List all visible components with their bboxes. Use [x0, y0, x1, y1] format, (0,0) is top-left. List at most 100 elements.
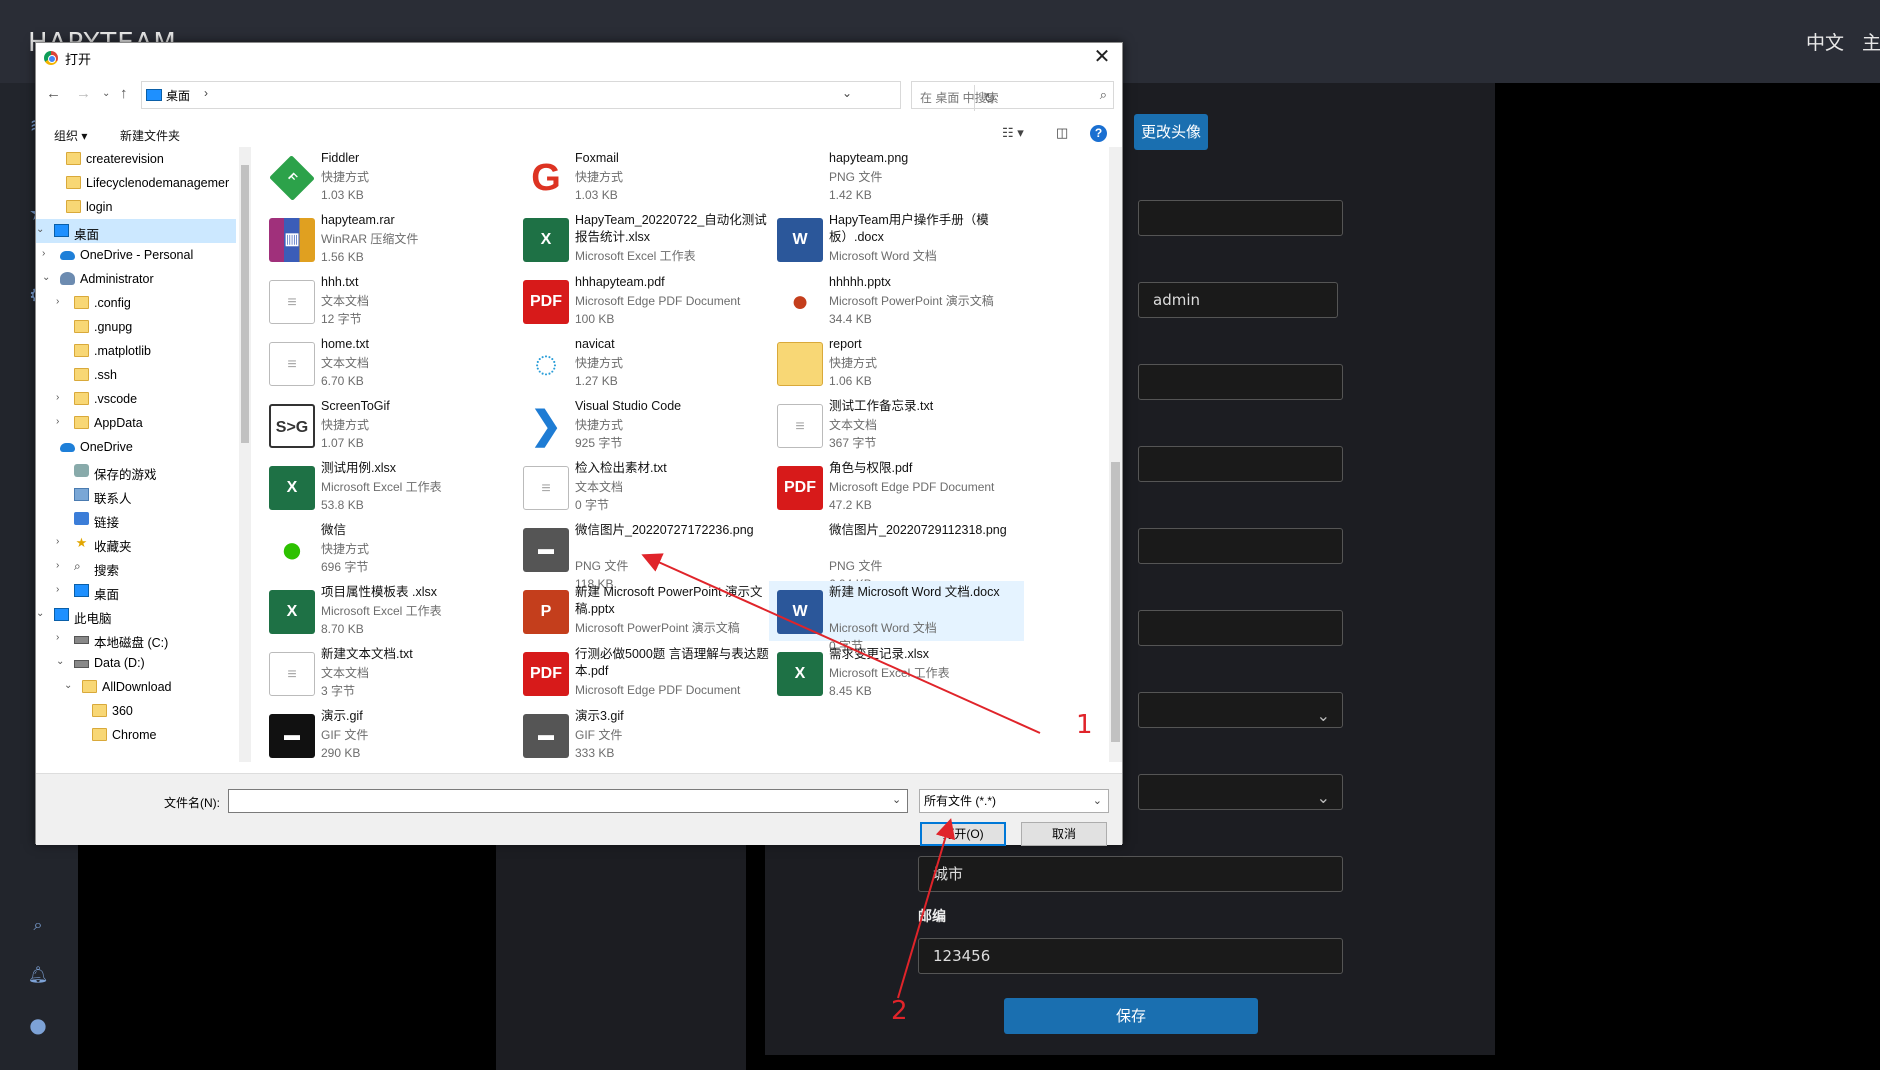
tree-item[interactable]: 联系人: [36, 483, 236, 507]
file-item[interactable]: W HapyTeam用户操作手册（模板）.docx Microsoft Word 文…: [769, 209, 1024, 269]
file-item[interactable]: ≡ 检入检出素材.txt 文本文档 0 字节: [515, 457, 770, 517]
tree-item[interactable]: ⌄ 此电脑: [36, 603, 236, 627]
bell-icon[interactable]: 🔔︎: [26, 963, 50, 987]
form-field-1[interactable]: [1138, 200, 1343, 236]
chevron-right-icon[interactable]: ›: [56, 296, 59, 307]
tree-item[interactable]: OneDrive: [36, 435, 236, 459]
chevron-right-icon[interactable]: ›: [56, 536, 59, 547]
file-item[interactable]: X 测试用例.xlsx Microsoft Excel 工作表 53.8 KB: [261, 457, 516, 517]
chevron-right-icon[interactable]: ›: [56, 632, 59, 643]
zip-field[interactable]: 123456: [918, 938, 1343, 974]
file-item[interactable]: ▥ hapyteam.rar WinRAR 压缩文件 1.56 KB: [261, 209, 516, 269]
tree-scroll-thumb[interactable]: [241, 165, 249, 443]
file-item[interactable]: ▬微信图片_20220729112318.pngPNG 文件6.94 KB: [769, 519, 1024, 591]
files-scrollbar[interactable]: [1109, 147, 1122, 762]
chevron-right-icon[interactable]: ›: [56, 392, 59, 403]
tree-item[interactable]: › ⌕ 搜索: [36, 555, 236, 579]
tree-item[interactable]: 360: [36, 699, 236, 723]
filename-input[interactable]: [228, 789, 908, 813]
address-bar[interactable]: 桌面 › ⌄ ↻: [141, 81, 995, 111]
chevron-right-icon[interactable]: ›: [56, 560, 59, 571]
view-options-icon[interactable]: ☷ ▾: [1002, 125, 1024, 141]
language-switch[interactable]: 中文: [1806, 28, 1844, 55]
file-item[interactable]: PDF hhhapyteam.pdf Microsoft Edge PDF Docu…: [515, 271, 770, 331]
file-item[interactable]: ▬ 演示3.gif GIF 文件 333 KB: [515, 705, 770, 762]
tree-item[interactable]: › 本地磁盘 (C:): [36, 627, 236, 651]
chevron-down-icon[interactable]: ⌄: [36, 608, 44, 619]
chevron-down-icon[interactable]: ⌄: [64, 680, 72, 691]
help-icon[interactable]: ?: [1090, 125, 1107, 142]
tree-item[interactable]: › 桌面: [36, 579, 236, 603]
tree-item[interactable]: .ssh: [36, 363, 236, 387]
file-item[interactable]: PDF 行测必做5000题 言语理解与表达题本.pdf Microsoft Edge…: [515, 643, 770, 703]
file-item[interactable]: ▬ hapyteam.png PNG 文件 1.42 KB: [769, 147, 1024, 207]
open-button[interactable]: 打开(O): [920, 822, 1006, 846]
file-item[interactable]: S>G ScreenToGif 快捷方式 1.07 KB: [261, 395, 516, 455]
chevron-right-icon[interactable]: ›: [42, 248, 45, 259]
chevron-down-icon[interactable]: ⌄: [842, 86, 852, 100]
files-scroll-thumb[interactable]: [1111, 462, 1120, 742]
chevron-right-icon[interactable]: ›: [204, 86, 208, 100]
tree-item[interactable]: › AppData: [36, 411, 236, 435]
file-item[interactable]: ▬ 微信图片_20220727172236.png PNG 文件 118 KB: [515, 519, 770, 591]
change-avatar-button[interactable]: 更改头像: [1134, 114, 1208, 150]
close-button[interactable]: ✕: [1088, 45, 1116, 69]
chevron-right-icon[interactable]: ›: [56, 416, 59, 427]
organize-button[interactable]: 组织 ▾: [54, 127, 87, 144]
file-item[interactable]: X 项目属性模板表 .xlsx Microsoft Excel 工作表 8.70 KB: [261, 581, 516, 641]
tree-item[interactable]: Chrome: [36, 723, 236, 747]
recent-dropdown-icon[interactable]: ⌄: [102, 88, 110, 99]
file-item[interactable]: ≡ home.txt 文本文档 6.70 KB: [261, 333, 516, 393]
username-field[interactable]: admin: [1138, 282, 1338, 318]
file-item[interactable]: X HapyTeam_20220722_自动化测试报告统计.xlsx Microso…: [515, 209, 770, 269]
back-icon[interactable]: ←: [46, 85, 61, 102]
tree-item[interactable]: › .config: [36, 291, 236, 315]
tree-item[interactable]: .matplotlib: [36, 339, 236, 363]
tree-item[interactable]: ⌄ Administrator: [36, 267, 236, 291]
tree-scrollbar[interactable]: [239, 147, 251, 762]
user-icon[interactable]: ●: [26, 1013, 50, 1037]
file-item[interactable]: G Foxmail 快捷方式 1.03 KB: [515, 147, 770, 207]
forward-icon[interactable]: →: [76, 85, 91, 102]
tree-item[interactable]: login: [36, 195, 236, 219]
tree-item[interactable]: createrevision: [36, 147, 236, 171]
tree-item[interactable]: › .vscode: [36, 387, 236, 411]
tree-item[interactable]: Lifecyclenodemanagemer: [36, 171, 236, 195]
chevron-down-icon[interactable]: ⌄: [56, 656, 64, 667]
select-field-2[interactable]: ⌄: [1138, 774, 1343, 810]
up-icon[interactable]: ↑: [120, 85, 128, 102]
file-item[interactable]: ● 微信 快捷方式 696 字节: [261, 519, 516, 579]
file-item[interactable]: X 需求变更记录.xlsx Microsoft Excel 工作表 8.45 KB: [769, 643, 1024, 703]
form-field-6[interactable]: [1138, 610, 1343, 646]
file-item[interactable]: ◌ navicat 快捷方式 1.27 KB: [515, 333, 770, 393]
file-item[interactable]: report 快捷方式 1.06 KB: [769, 333, 1024, 393]
file-item[interactable]: ● hhhhh.pptx Microsoft PowerPoint 演示文稿 34.4…: [769, 271, 1024, 331]
file-item[interactable]: ≡ hhh.txt 文本文档 12 字节: [261, 271, 516, 331]
tree-item[interactable]: 保存的游戏: [36, 459, 236, 483]
chevron-right-icon[interactable]: ›: [56, 584, 59, 595]
search-input[interactable]: 在 桌面 中搜索 ⌕: [911, 81, 1114, 109]
tree-item[interactable]: ⌄ AllDownload: [36, 675, 236, 699]
top-menu-item[interactable]: 主: [1862, 28, 1880, 55]
select-field-1[interactable]: ⌄: [1138, 692, 1343, 728]
city-field[interactable]: 城市: [918, 856, 1343, 892]
filetype-select[interactable]: 所有文件 (*.*) ⌄: [919, 789, 1109, 813]
tree-item[interactable]: › ★ 收藏夹: [36, 531, 236, 555]
tree-item[interactable]: ⌄ Data (D:): [36, 651, 236, 675]
chevron-down-icon[interactable]: ⌄: [42, 272, 50, 283]
file-item[interactable]: ❯ Visual Studio Code 快捷方式 925 字节: [515, 395, 770, 455]
search-icon[interactable]: ⌕: [26, 913, 50, 937]
tree-item[interactable]: .gnupg: [36, 315, 236, 339]
chevron-down-icon[interactable]: ⌄: [36, 224, 44, 235]
form-field-3[interactable]: [1138, 364, 1343, 400]
new-folder-button[interactable]: 新建文件夹: [120, 127, 180, 144]
tree-item[interactable]: 链接: [36, 507, 236, 531]
save-button[interactable]: 保存: [1004, 998, 1258, 1034]
file-item[interactable]: P 新建 Microsoft PowerPoint 演示文稿.pptx Micros…: [515, 581, 770, 641]
preview-pane-icon[interactable]: ◫: [1056, 125, 1068, 141]
chevron-down-icon[interactable]: ⌄: [892, 793, 901, 806]
cancel-button[interactable]: 取消: [1021, 822, 1107, 846]
file-item[interactable]: ▬ 演示.gif GIF 文件 290 KB: [261, 705, 516, 762]
form-field-5[interactable]: [1138, 528, 1343, 564]
file-item[interactable]: F Fiddler 快捷方式 1.03 KB: [261, 147, 516, 207]
